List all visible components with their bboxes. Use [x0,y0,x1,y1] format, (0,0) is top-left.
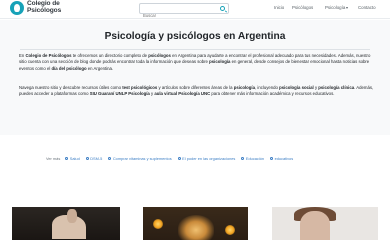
brain-logo-icon [10,1,24,15]
p1-text-5: en Argentina. [86,65,114,71]
tag-icon [270,157,274,160]
title-divider [20,49,370,50]
search-input[interactable] [140,11,215,20]
tag-label: El poder en las organizaciones [182,156,236,161]
p2-text-7: para obtener más información académica y… [210,91,335,97]
chevron-down-icon [346,6,349,9]
nav-item-contacto[interactable]: Contacto [358,5,376,10]
nav-item-psicologos[interactable]: Psicólogos [292,5,313,10]
tag-dsm5[interactable]: DSM-5 [85,156,103,161]
p2-bold-2: psicología [233,85,255,90]
p1-bold-4: día del psicólogo [51,65,87,71]
tag-icon [85,157,89,160]
p1-text-2: te ofrecemos un directorio completo de [71,53,149,58]
intro-paragraph-1: En Colegio de Psicólogos te ofrecemos un… [19,53,374,72]
page-title: Psicología y psicólogos en Argentina [104,31,286,42]
tag-icon [241,157,245,160]
p2-text-3: , incluyendo [254,85,280,90]
nav-item-inicio[interactable]: Inicio [274,5,284,10]
tag-icon [65,157,69,160]
p2-text-1: Navega nuestro sitio y descubre recursos… [19,85,123,90]
tag-educacion[interactable]: Educación [241,156,264,161]
article-card-image-1[interactable] [12,207,120,240]
tags-label: Ver más [46,156,61,161]
p2-bold-1: test psicológicos [122,85,158,90]
tag-icon [108,157,112,160]
top-navbar: Colegio de Psicólogos Inicio Psicólogos … [0,0,390,20]
p1-bold-1: Colegio de Psicólogos [25,53,72,58]
neuron-image [178,215,214,240]
search-icon[interactable] [220,6,225,11]
tag-label: Comprar vitaminas y suplementos [112,156,172,161]
site-brand[interactable]: Colegio de Psicólogos [10,1,61,15]
tag-icon [177,157,181,160]
light-bulb-icon [225,225,235,235]
p1-bold-2: psicólogos [148,53,171,58]
article-card-image-2[interactable] [143,207,248,240]
tag-label: educativos [274,156,294,161]
intro-paragraph-2: Navega nuestro sitio y descubre recursos… [19,85,374,98]
tag-label: DSM-5 [90,156,103,161]
p2-text-2: y artículos sobre diferentes áreas de la [157,85,234,90]
tag-poder-organizaciones[interactable]: El poder en las organizaciones [177,156,236,161]
brand-line-2: Psicólogos [27,7,62,14]
tag-label: Educación [245,156,265,161]
tag-label: Salud [69,156,80,161]
tag-educativos[interactable]: educativos [270,156,293,161]
tag-salud[interactable]: Salud [65,156,80,161]
light-bulb-icon [153,219,163,229]
p2-bold-5: SIU Guaraní UNLP Psicología [89,91,150,97]
p1-bold-3: psicología [209,59,231,65]
tag-vitaminas[interactable]: Comprar vitaminas y suplementos [108,156,172,161]
nav-item-psicologia[interactable]: Psicología [325,5,349,10]
p2-bold-4: psicología clínica [318,85,355,90]
p2-bold-6: aula virtual Psicología UNC [154,91,211,97]
search-box [139,3,229,20]
tag-list: Ver más Salud DSM-5 Comprar vitaminas y … [46,156,299,161]
portrait-image [300,211,330,240]
nav-item-psicologia-label: Psicología [325,5,346,10]
brand-name: Colegio de Psicólogos [27,1,61,14]
article-card-image-3[interactable] [272,207,378,240]
hand-detail [67,209,77,223]
p2-bold-3: psicología social [279,85,314,90]
